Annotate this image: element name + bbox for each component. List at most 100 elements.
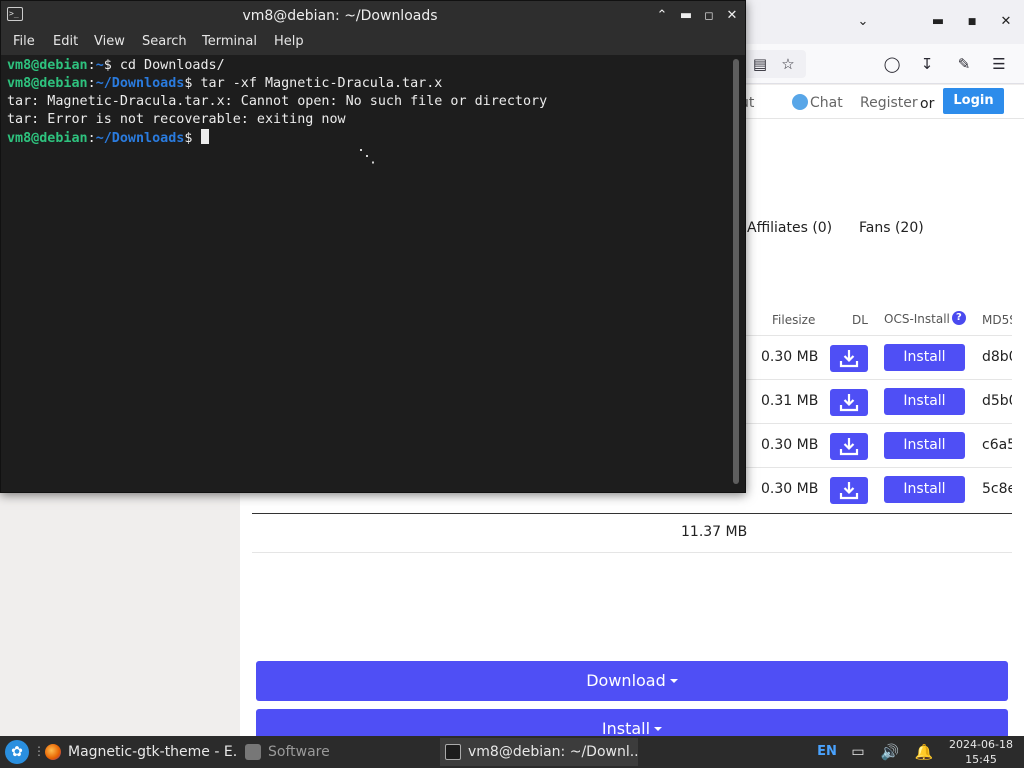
display-icon[interactable]: ▭: [848, 736, 868, 768]
tab-affiliates[interactable]: Affiliates (0): [747, 220, 832, 236]
task-software[interactable]: Software: [240, 738, 436, 766]
terminal-output[interactable]: vm8@debian:~$ cd Downloads/vm8@debian:~/…: [1, 55, 729, 492]
or-label: or: [920, 96, 935, 112]
volume-icon[interactable]: 🔊: [880, 736, 900, 768]
command-text: tar -xf Magnetic-Dracula.tar.x: [200, 76, 443, 91]
total-size: 11.37 MB: [681, 524, 748, 540]
task-terminal[interactable]: vm8@debian: ~/Downl...: [440, 738, 638, 766]
pocket-icon[interactable]: ◯: [882, 54, 902, 74]
command-text: cd Downloads/: [119, 58, 225, 73]
minimize-button[interactable]: ▬: [676, 6, 696, 26]
md5-cell: d5b0: [982, 393, 1012, 409]
terminal-scrollbar[interactable]: [729, 55, 745, 492]
prompt-path: ~/Downloads: [95, 76, 185, 91]
prompt-path: ~/Downloads: [95, 131, 185, 146]
clock[interactable]: 2024-06-18 15:45: [946, 737, 1016, 767]
ocs-install-button[interactable]: Install: [884, 432, 965, 459]
menu-help[interactable]: Help: [274, 34, 304, 49]
notification-bell-icon[interactable]: 🔔: [914, 736, 934, 768]
terminal-titlebar[interactable]: >_ vm8@debian: ~/Downloads ⌃ ▬ ◻ ✕: [1, 1, 745, 31]
prompt-user: vm8@debian: [7, 131, 88, 146]
terminal-line: tar: Error is not recoverable: exiting n…: [7, 112, 346, 127]
filesize-cell: 0.31 MB: [761, 393, 819, 409]
table-row: 0.31 MB Install d5b0: [740, 379, 1012, 423]
clock-date: 2024-06-18: [949, 738, 1013, 751]
download-file-button[interactable]: [830, 477, 868, 504]
terminal-line: vm8@debian:~$ cd Downloads/: [7, 57, 723, 75]
chat-icon: [792, 94, 808, 110]
reader-view-icon[interactable]: ▤: [750, 54, 770, 74]
url-bar[interactable]: ▤ ☆: [744, 50, 806, 78]
terminal-title: vm8@debian: ~/Downloads: [242, 8, 438, 24]
extensions-icon[interactable]: ✎: [954, 54, 974, 74]
clock-time: 15:45: [965, 753, 997, 766]
caret-down-icon: [654, 727, 663, 731]
tab-list-chevron-icon[interactable]: ⌄: [853, 12, 873, 32]
table-divider: [252, 552, 1012, 553]
terminal-icon: [445, 744, 461, 760]
filesize-cell: 0.30 MB: [761, 437, 819, 453]
md5-cell: d8b0: [982, 349, 1012, 365]
prompt-symbol: $: [184, 76, 201, 91]
taskbar: ✿ ⋮ Magnetic-gtk-theme - E... Software v…: [0, 736, 1024, 768]
login-button[interactable]: Login: [943, 88, 1004, 114]
prompt-separator: :: [87, 58, 96, 73]
register-link[interactable]: Register: [860, 95, 918, 111]
menu-icon[interactable]: ☰: [989, 54, 1009, 74]
prompt-separator: :: [87, 131, 96, 146]
prompt-user: vm8@debian: [7, 76, 88, 91]
download-file-button[interactable]: [830, 345, 868, 372]
terminal-window[interactable]: >_ vm8@debian: ~/Downloads ⌃ ▬ ◻ ✕ File …: [0, 0, 746, 493]
ocs-install-button[interactable]: Install: [884, 476, 965, 503]
chevron-up-icon[interactable]: ⌃: [652, 6, 672, 26]
download-icon: [839, 438, 859, 456]
maximize-button[interactable]: ◻: [699, 6, 719, 26]
minimize-button[interactable]: ▬: [928, 12, 948, 32]
col-header-md5: MD5S: [982, 313, 1012, 327]
block-cursor: [200, 129, 209, 144]
help-icon[interactable]: ?: [951, 311, 966, 325]
menu-view[interactable]: View: [94, 34, 125, 49]
terminal-menubar: File Edit View Search Terminal Help: [1, 31, 745, 55]
menu-file[interactable]: File: [13, 34, 35, 49]
download-file-button[interactable]: [830, 433, 868, 460]
tab-fans[interactable]: Fans (20): [859, 220, 924, 236]
filesize-cell: 0.30 MB: [761, 481, 819, 497]
table-row: 0.30 MB Install d8b0: [740, 335, 1012, 379]
bookmark-star-icon[interactable]: ☆: [778, 54, 798, 74]
downloads-icon[interactable]: ↧: [917, 54, 937, 74]
ocs-install-button[interactable]: Install: [884, 344, 965, 371]
menu-terminal[interactable]: Terminal: [202, 34, 257, 49]
prompt-symbol: $: [103, 58, 120, 73]
caret-down-icon: [669, 679, 678, 683]
download-button[interactable]: Download: [256, 661, 1008, 701]
download-icon: [839, 350, 859, 368]
col-header-filesize: Filesize: [772, 313, 816, 327]
download-icon: [839, 394, 859, 412]
prompt-path: ~: [95, 58, 104, 73]
maximize-button[interactable]: ■: [962, 12, 982, 32]
prompt-user: vm8@debian: [7, 58, 88, 73]
close-button[interactable]: ✕: [996, 12, 1016, 32]
ocs-install-button[interactable]: Install: [884, 388, 965, 415]
col-header-ocs-install: OCS-Install?: [884, 311, 966, 326]
md5-cell: 5c8e: [982, 481, 1012, 497]
filesize-cell: 0.30 MB: [761, 349, 819, 365]
keyboard-layout-indicator[interactable]: EN: [816, 736, 838, 768]
start-menu-icon[interactable]: ✿: [5, 740, 29, 764]
md5-cell: c6a5: [982, 437, 1012, 453]
close-button[interactable]: ✕: [722, 6, 742, 26]
software-icon: [245, 744, 261, 760]
table-divider: [252, 513, 1012, 514]
menu-search[interactable]: Search: [142, 34, 187, 49]
task-firefox[interactable]: Magnetic-gtk-theme - E...: [40, 738, 238, 766]
scrollbar-thumb[interactable]: [733, 59, 739, 484]
menu-edit[interactable]: Edit: [53, 34, 78, 49]
text-cursor-icon: ⋱: [358, 146, 376, 167]
prompt-separator: :: [87, 76, 96, 91]
download-file-button[interactable]: [830, 389, 868, 416]
chat-link[interactable]: Chat: [792, 94, 843, 111]
terminal-line: vm8@debian:~/Downloads$ tar -xf Magnetic…: [7, 75, 723, 93]
terminal-line: tar: Magnetic-Dracula.tar.x: Cannot open…: [7, 94, 548, 109]
download-icon: [839, 482, 859, 500]
